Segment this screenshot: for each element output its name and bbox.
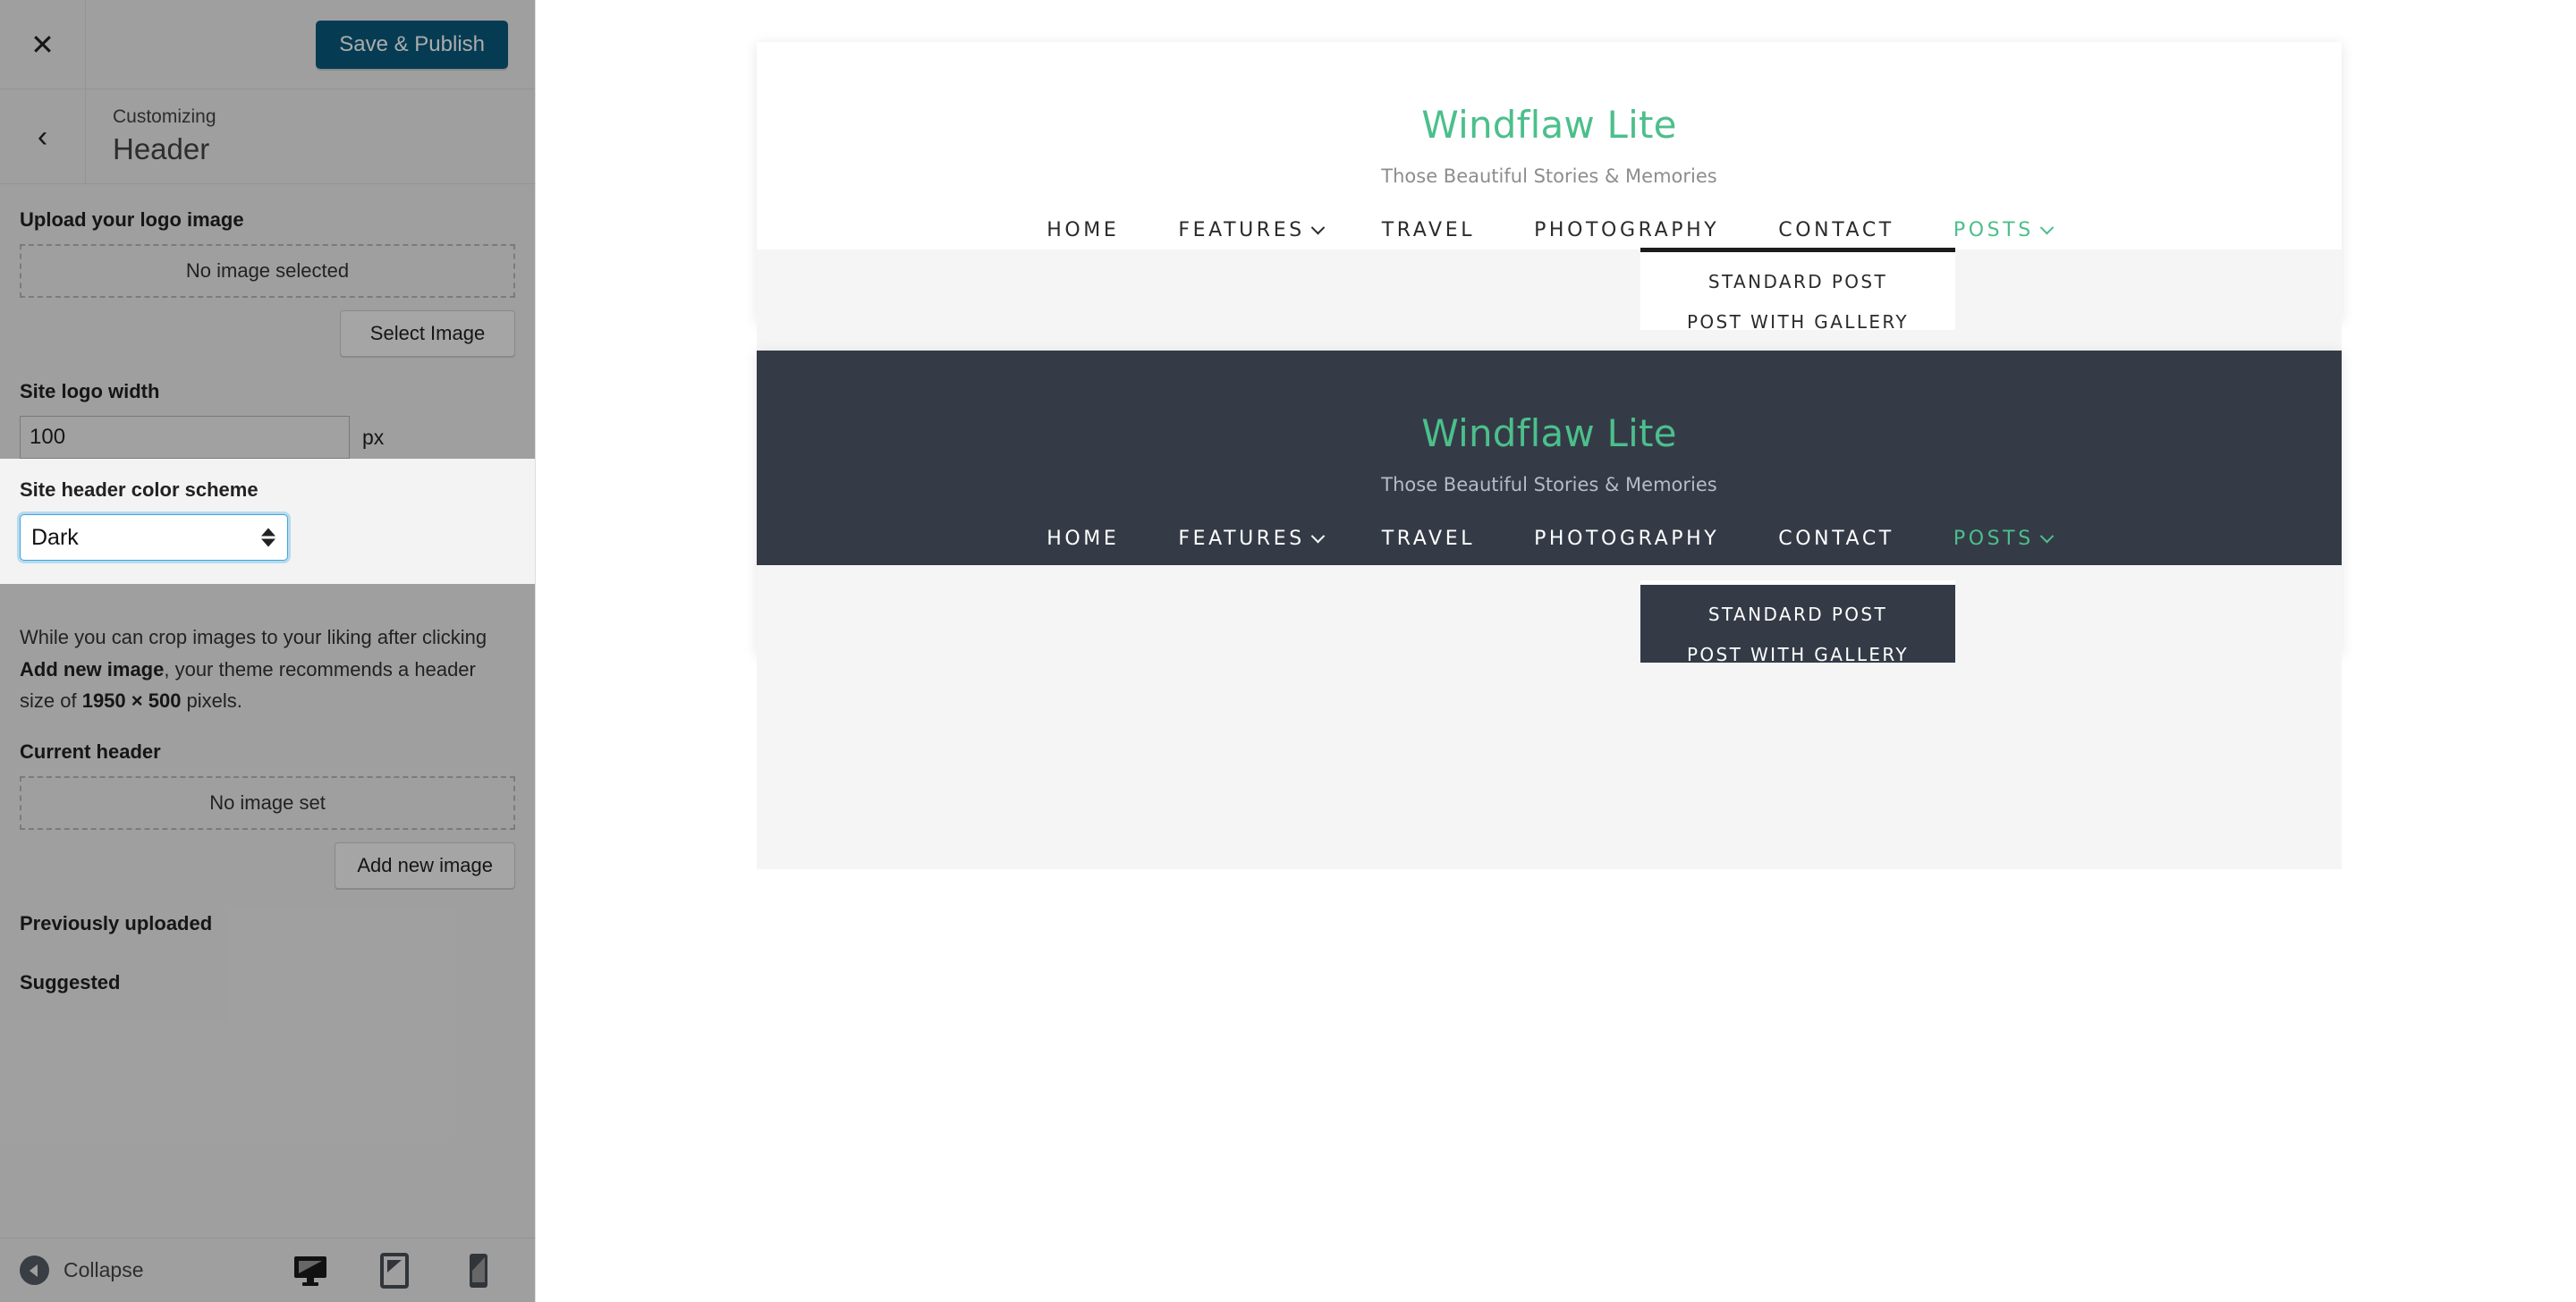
color-scheme-label: Site header color scheme [20, 478, 258, 501]
device-desktop-button[interactable] [283, 1246, 338, 1302]
theme-preview-frame: Windflaw Lite Those Beautiful Stories & … [537, 0, 2576, 1302]
site-tagline-dark: Those Beautiful Stories & Memories [1381, 474, 1717, 496]
nav-item-travel-dark[interactable]: TRAVEL [1352, 528, 1504, 550]
nav-item-home[interactable]: HOME [1017, 219, 1148, 241]
panel-title-group: Customizing Header [86, 104, 216, 170]
mobile-icon [470, 1253, 487, 1288]
control-header-color-scheme: Site header color scheme Dark [0, 459, 535, 584]
helper-part-1: While you can crop images to your liking… [20, 626, 487, 648]
chevron-down-icon [2039, 529, 2055, 544]
submenu-item-post-with-gallery-dark[interactable]: POST WITH GALLERY [1640, 625, 1955, 665]
nav-item-travel[interactable]: TRAVEL [1352, 219, 1504, 241]
header-size-helper-text: While you can crop images to your liking… [20, 621, 515, 717]
primary-nav-light: HOME FEATURES TRAVEL PHOTOGRAPHY CONTACT… [1017, 219, 2081, 241]
current-header-label: Current header [20, 740, 161, 763]
submenu-item-standard-post[interactable]: STANDARD POST [1640, 252, 1955, 292]
site-header-dark: Windflaw Lite Those Beautiful Stories & … [757, 351, 2342, 565]
chevron-down-icon [1310, 529, 1326, 544]
device-preview-group [283, 1246, 535, 1302]
nav-item-home-dark[interactable]: HOME [1017, 528, 1148, 550]
customizer-topbar: ✕ Save & Publish [0, 0, 535, 89]
device-tablet-button[interactable] [375, 1246, 414, 1296]
submenu-item-standard-post-dark[interactable]: STANDARD POST [1640, 585, 1955, 625]
preview-card-light: Windflaw Lite Those Beautiful Stories & … [757, 42, 2342, 529]
posts-submenu-light: STANDARD POST POST WITH GALLERY [1640, 248, 1955, 333]
chevron-left-icon: ‹ [37, 119, 48, 154]
close-customizer-button[interactable]: ✕ [0, 0, 86, 89]
nav-item-photography[interactable]: PHOTOGRAPHY [1504, 219, 1749, 241]
logo-button-row: Select Image [20, 310, 515, 357]
suggested-label: Suggested [20, 970, 121, 993]
save-button-container: Save & Publish [86, 20, 535, 69]
nav-item-photography-dark[interactable]: PHOTOGRAPHY [1504, 528, 1749, 550]
preview-card-dark: Windflaw Lite Those Beautiful Stories & … [757, 351, 2342, 869]
nav-item-contact[interactable]: CONTACT [1749, 219, 1924, 241]
page-title: Header [113, 131, 210, 165]
site-title: Windflaw Lite [1421, 103, 1677, 147]
logo-width-row: px [20, 416, 515, 459]
logo-image-label: Upload your logo image [20, 208, 244, 231]
chevron-down-icon [2039, 221, 2055, 235]
logo-width-input[interactable] [20, 416, 350, 459]
logo-placeholder-text: No image selected [185, 259, 350, 282]
submenu-item-post-with-gallery[interactable]: POST WITH GALLERY [1640, 292, 1955, 333]
select-image-button[interactable]: Select Image [340, 310, 515, 357]
collapse-label: Collapse [64, 1258, 144, 1281]
nav-item-features[interactable]: FEATURES [1148, 219, 1352, 241]
helper-bold-1: Add new image [20, 657, 165, 681]
site-title-dark: Windflaw Lite [1421, 411, 1677, 455]
back-button[interactable]: ‹ [0, 89, 86, 184]
site-tagline: Those Beautiful Stories & Memories [1381, 165, 1717, 188]
customizer-footer: Collapse [0, 1238, 535, 1302]
logo-width-unit: px [362, 425, 385, 449]
control-suggested: Suggested [20, 948, 515, 994]
nav-item-posts[interactable]: POSTS [1924, 219, 2081, 241]
tablet-icon [380, 1252, 409, 1289]
save-and-publish-button[interactable]: Save & Publish [316, 20, 508, 69]
control-logo-width: Site logo width px [20, 357, 515, 459]
desktop-icon [294, 1256, 326, 1286]
logo-image-placeholder[interactable]: No image selected [20, 244, 515, 298]
add-new-image-button[interactable]: Add new image [335, 841, 515, 889]
current-header-placeholder-text: No image set [209, 790, 326, 814]
customizer-sidebar: ✕ Save & Publish ‹ Customizing Header Up… [0, 0, 536, 1302]
nav-item-posts-dark[interactable]: POSTS [1924, 528, 2081, 550]
primary-nav-dark: HOME FEATURES TRAVEL PHOTOGRAPHY CONTACT… [1017, 528, 2081, 550]
color-scheme-select[interactable]: Dark [20, 514, 288, 561]
site-body-dark [757, 565, 2342, 869]
control-logo-image: Upload your logo image No image selected… [20, 185, 515, 357]
customizing-eyebrow: Customizing [113, 106, 216, 127]
posts-submenu-dark: STANDARD POST POST WITH GALLERY [1640, 580, 1955, 665]
control-previously-uploaded: Previously uploaded [20, 889, 515, 935]
collapse-button[interactable]: Collapse [0, 1256, 144, 1285]
helper-part-3: pixels. [181, 689, 242, 713]
current-header-button-row: Add new image [20, 841, 515, 889]
close-icon: ✕ [30, 28, 55, 61]
helper-bold-2: 1950 × 500 [81, 689, 182, 713]
nav-item-features-dark[interactable]: FEATURES [1148, 528, 1352, 550]
collapse-icon [20, 1256, 49, 1285]
controls-list: Upload your logo image No image selected… [0, 185, 535, 1238]
previously-uploaded-label: Previously uploaded [20, 911, 213, 934]
device-mobile-button[interactable] [459, 1246, 498, 1296]
control-current-header: Current header No image set Add new imag… [20, 717, 515, 889]
site-header-light: Windflaw Lite Those Beautiful Stories & … [757, 42, 2342, 249]
panel-header: ‹ Customizing Header [0, 89, 535, 184]
logo-width-label: Site logo width [20, 380, 160, 402]
nav-item-contact-dark[interactable]: CONTACT [1749, 528, 1924, 550]
color-scheme-select-wrap: Dark [20, 514, 288, 561]
chevron-down-icon [1310, 221, 1326, 235]
current-header-placeholder[interactable]: No image set [20, 775, 515, 830]
